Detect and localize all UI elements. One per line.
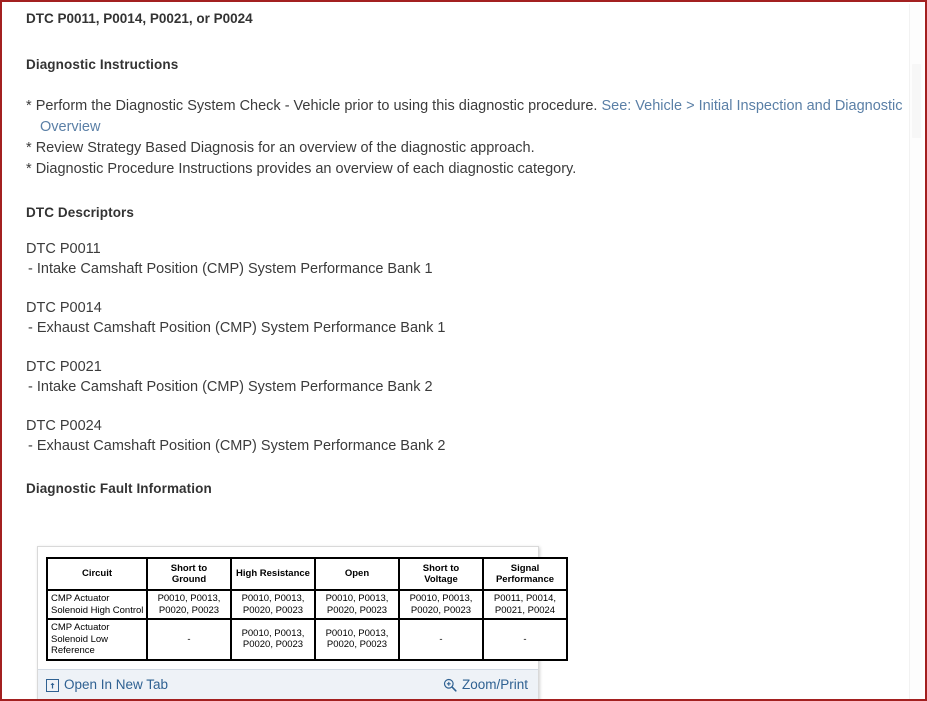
cell-high-resistance: P0010, P0013, P0020, P0023 — [230, 618, 316, 661]
table-row: CMP Actuator Solenoid High Control P0010… — [46, 589, 568, 620]
fault-information-graphic-widget: Circuit Short to Ground High Resistance … — [37, 546, 568, 699]
cell-line: P0010, P0013, — [241, 593, 305, 604]
cell-line: P0010, P0013, — [157, 593, 221, 604]
dash-marker: - — [28, 438, 33, 454]
dtc-descriptor-block: DTC P0021 - Intake Camshaft Position (CM… — [26, 357, 908, 397]
dtc-code: DTC P0014 — [26, 300, 102, 316]
page-title: DTC P0011, P0014, P0021, or P0024 — [26, 11, 253, 26]
cell-circuit: CMP Actuator Solenoid Low Reference — [46, 618, 148, 661]
list-item: * Perform the Diagnostic System Check - … — [26, 96, 908, 138]
diagnostic-fault-information-table: Circuit Short to Ground High Resistance … — [46, 557, 568, 661]
diagnostic-instructions-list: * Perform the Diagnostic System Check - … — [26, 96, 908, 180]
bullet-marker: * — [26, 140, 32, 156]
cell-line: P0020, P0023 — [242, 639, 304, 651]
cell-line: - — [439, 633, 443, 645]
section-heading-diagnostic-fault-information: Diagnostic Fault Information — [26, 481, 212, 496]
cell-line: P0021, P0024 — [494, 604, 556, 616]
cell-line: P0020, P0023 — [158, 604, 220, 616]
column-header-short-to-ground: Short to Ground — [146, 557, 232, 591]
cell-high-resistance: P0010, P0013, P0020, P0023 — [230, 589, 316, 620]
dtc-description-line: - Intake Camshaft Position (CMP) System … — [26, 259, 908, 279]
dtc-description-line: - Exhaust Camshaft Position (CMP) System… — [26, 436, 908, 456]
dtc-code: DTC P0011 — [26, 241, 101, 257]
dtc-descriptor-block: DTC P0011 - Intake Camshaft Position (CM… — [26, 239, 908, 279]
cell-line: P0010, P0013, — [409, 593, 473, 604]
cell-line: P0010, P0013, — [325, 593, 389, 604]
cell-line: P0020, P0023 — [326, 604, 388, 616]
column-header-signal-performance: Signal Performance — [482, 557, 568, 591]
dtc-descriptor-block: DTC P0024 - Exhaust Camshaft Position (C… — [26, 416, 908, 456]
dtc-descriptor-block: DTC P0014 - Exhaust Camshaft Position (C… — [26, 298, 908, 338]
open-in-new-tab-label: Open In New Tab — [64, 677, 169, 692]
cell-short-to-ground: - — [146, 618, 232, 661]
cell-open: P0010, P0013, P0020, P0023 — [314, 589, 400, 620]
instruction-text: Review Strategy Based Diagnosis for an o… — [35, 140, 535, 156]
instruction-text: Diagnostic Procedure Instructions provid… — [35, 161, 577, 177]
dash-marker: - — [28, 320, 33, 336]
header-line: Signal — [510, 562, 540, 574]
document-viewport: DTC P0011, P0014, P0021, or P0024 Diagno… — [0, 0, 927, 701]
cell-short-to-voltage: - — [398, 618, 484, 661]
header-line: Short to — [170, 562, 208, 574]
section-heading-diagnostic-instructions: Diagnostic Instructions — [26, 57, 179, 72]
cell-open: P0010, P0013, P0020, P0023 — [314, 618, 400, 661]
open-in-new-tab-button[interactable]: Open In New Tab — [46, 677, 168, 693]
dtc-description-line: - Intake Camshaft Position (CMP) System … — [26, 377, 908, 397]
column-header-short-to-voltage: Short to Voltage — [398, 557, 484, 591]
cell-signal-performance: - — [482, 618, 568, 661]
graphic-action-bar: Open In New Tab Zoom/Print — [38, 668, 538, 699]
cell-line: P0011, P0014, — [493, 593, 557, 604]
document-content: DTC P0011, P0014, P0021, or P0024 Diagno… — [2, 2, 908, 699]
bullet-marker: * — [26, 161, 32, 177]
bullet-marker: * — [26, 98, 32, 114]
fault-table-container: Circuit Short to Ground High Resistance … — [38, 547, 568, 669]
magnifier-plus-icon — [443, 678, 457, 692]
header-line: Short to — [422, 562, 460, 574]
list-item: * Diagnostic Procedure Instructions prov… — [26, 159, 908, 180]
header-line: Ground — [171, 574, 207, 585]
column-header-circuit: Circuit — [46, 557, 148, 591]
header-line: Circuit — [81, 568, 113, 580]
cell-line: P0010, P0013, — [241, 627, 305, 639]
cell-line: - — [523, 633, 527, 645]
dtc-code: DTC P0021 — [26, 359, 102, 375]
dtc-description: Exhaust Camshaft Position (CMP) System P… — [36, 320, 446, 336]
vertical-scrollbar[interactable] — [909, 4, 923, 699]
cell-short-to-ground: P0010, P0013, P0020, P0023 — [146, 589, 232, 620]
dtc-description-line: - Exhaust Camshaft Position (CMP) System… — [26, 318, 908, 338]
cell-line: P0020, P0023 — [326, 639, 388, 651]
dash-marker: - — [28, 379, 33, 395]
cell-line: P0020, P0023 — [242, 604, 304, 616]
dtc-code: DTC P0024 — [26, 418, 102, 434]
table-header-row: Circuit Short to Ground High Resistance … — [46, 557, 568, 591]
column-header-high-resistance: High Resistance — [230, 557, 316, 591]
cell-line: - — [187, 633, 191, 645]
section-heading-dtc-descriptors: DTC Descriptors — [26, 205, 135, 220]
scrollbar-thumb[interactable] — [912, 64, 921, 138]
open-in-new-tab-icon — [46, 678, 59, 692]
cell-line: P0020, P0023 — [410, 604, 472, 616]
cell-line: P0010, P0013, — [325, 627, 389, 639]
dash-marker: - — [28, 261, 33, 277]
header-line: Voltage — [424, 574, 458, 585]
cell-circuit: CMP Actuator Solenoid High Control — [46, 589, 148, 620]
header-line: Performance — [495, 574, 555, 585]
instruction-text: Perform the Diagnostic System Check - Ve… — [35, 98, 602, 114]
zoom-print-button[interactable]: Zoom/Print — [443, 677, 528, 693]
header-line: Open — [344, 568, 370, 580]
list-item: * Review Strategy Based Diagnosis for an… — [26, 138, 908, 159]
cell-short-to-voltage: P0010, P0013, P0020, P0023 — [398, 589, 484, 620]
table-row: CMP Actuator Solenoid Low Reference - P0… — [46, 618, 568, 661]
dtc-description: Intake Camshaft Position (CMP) System Pe… — [36, 261, 433, 277]
cell-signal-performance: P0011, P0014, P0021, P0024 — [482, 589, 568, 620]
dtc-description: Exhaust Camshaft Position (CMP) System P… — [36, 438, 446, 454]
header-line: High Resistance — [236, 568, 310, 580]
dtc-description: Intake Camshaft Position (CMP) System Pe… — [36, 379, 433, 395]
zoom-print-label: Zoom/Print — [461, 677, 528, 692]
column-header-open: Open — [314, 557, 400, 591]
